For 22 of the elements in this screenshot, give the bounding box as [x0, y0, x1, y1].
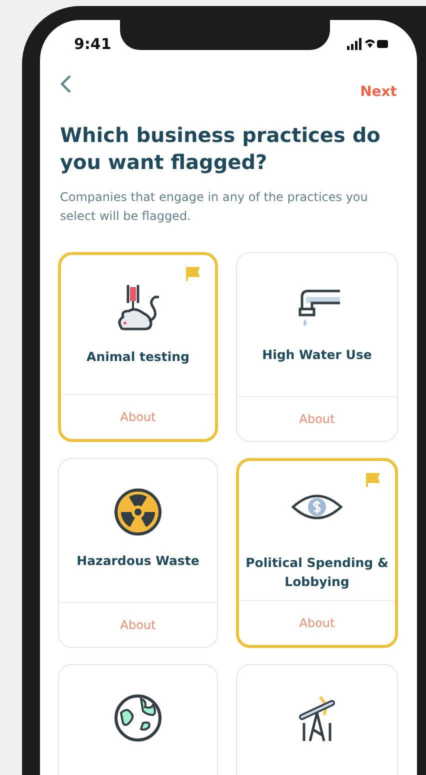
- next-button[interactable]: Next: [360, 84, 397, 100]
- page-title: Which business practices do you want flagged?: [60, 122, 382, 176]
- practice-card[interactable]: High Water Use About: [236, 252, 398, 442]
- practice-card[interactable]: Political Spending & Lobbying About: [236, 458, 398, 648]
- status-time: 9:41: [74, 35, 112, 53]
- flag-icon: [365, 473, 381, 487]
- status-icons: [347, 38, 389, 50]
- page-subtitle: Companies that engage in any of the practices you select will be flagged.: [60, 189, 369, 225]
- practice-card[interactable]: Animal testing About: [58, 252, 218, 442]
- practice-name: High Water Use: [261, 346, 373, 364]
- practice-card[interactable]: Hazardous Waste About: [58, 458, 218, 648]
- about-link[interactable]: About: [299, 616, 335, 630]
- flag-icon: [185, 267, 201, 281]
- about-link[interactable]: About: [120, 618, 156, 632]
- globe-icon: [113, 693, 163, 743]
- radiation-icon: [113, 487, 163, 537]
- about-link[interactable]: About: [120, 410, 156, 424]
- practice-name: Political Spending & Lobbying: [244, 554, 390, 591]
- about-link[interactable]: About: [299, 412, 335, 426]
- practice-name: Animal testing: [86, 348, 190, 366]
- practice-name: Hazardous Waste: [76, 552, 200, 570]
- back-icon[interactable]: [60, 74, 72, 94]
